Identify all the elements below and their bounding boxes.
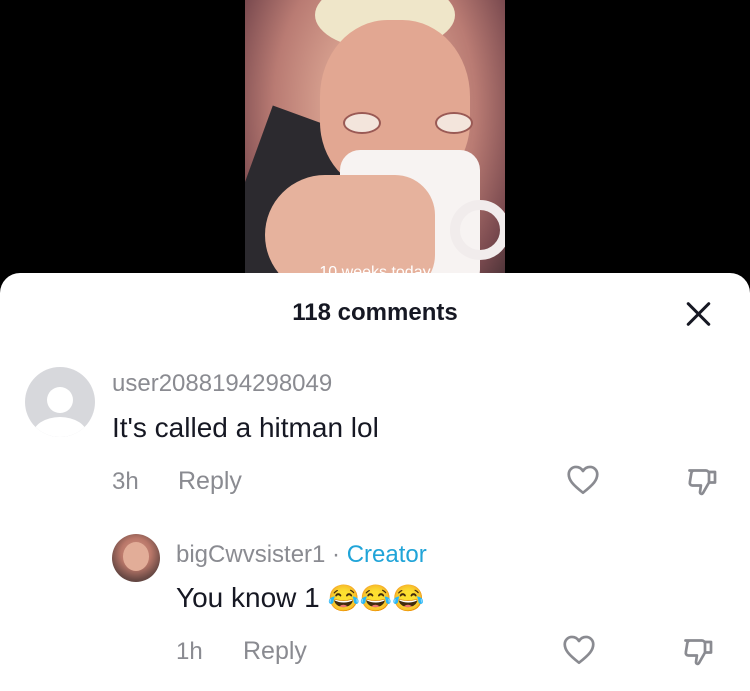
avatar[interactable] — [112, 534, 160, 582]
avatar[interactable] — [25, 367, 95, 437]
heart-icon[interactable] — [564, 462, 602, 498]
comment-text: It's called a hitman lol — [112, 412, 379, 443]
comment-text-row: You know 1 😂😂😂 — [176, 582, 425, 614]
reply-button[interactable]: Reply — [243, 637, 307, 666]
heart-icon[interactable] — [560, 632, 598, 668]
video-frame[interactable]: 10 weeks today — [245, 0, 505, 300]
creator-badge: Creator — [346, 541, 427, 568]
reply-button[interactable]: Reply — [178, 467, 242, 496]
video-player[interactable]: 10 weeks today — [0, 0, 750, 300]
comment-username[interactable]: user2088194298049 — [112, 370, 332, 398]
close-icon[interactable] — [684, 300, 712, 328]
comment-username-row: bigCwvsister1 · Creator — [176, 541, 427, 569]
comment-time: 3h — [112, 468, 139, 495]
laughing-emoji: 😂😂😂 — [327, 583, 425, 613]
comments-sheet: 118 comments user2088194298049 It's call… — [0, 273, 750, 691]
avatar-body — [32, 417, 88, 437]
video-subject-eye — [343, 112, 381, 134]
comment-text: You know 1 — [176, 582, 328, 613]
comment-time: 1h — [176, 638, 203, 665]
avatar-face — [122, 541, 150, 572]
video-subject-eye — [435, 112, 473, 134]
comment-username[interactable]: bigCwvsister1 — [176, 541, 325, 568]
comments-count-title: 118 comments — [292, 299, 458, 326]
thumbs-down-icon[interactable] — [684, 463, 722, 499]
avatar-head — [46, 386, 74, 414]
thumbs-down-icon[interactable] — [680, 633, 718, 669]
separator-dot: · — [325, 541, 347, 568]
